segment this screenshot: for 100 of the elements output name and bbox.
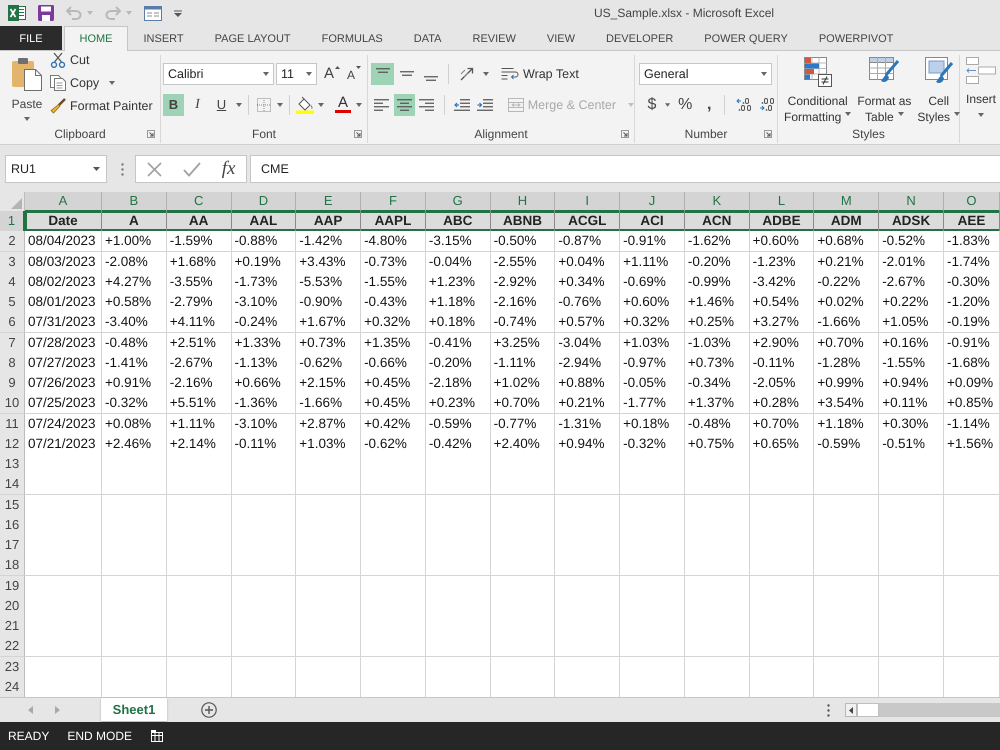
insert-button[interactable]: Insert	[964, 57, 998, 117]
column-header[interactable]: F	[361, 192, 426, 212]
shrink-font-button[interactable]: A	[345, 62, 363, 84]
app-logo-icon[interactable]	[8, 4, 26, 22]
ribbon-tab[interactable]: VIEW	[531, 26, 591, 50]
font-color-button[interactable]: A	[334, 94, 352, 116]
more-icon[interactable]	[121, 162, 124, 176]
caret-icon[interactable]	[306, 72, 312, 76]
insert-function-button[interactable]: fx	[222, 158, 236, 180]
top-align-button[interactable]	[371, 62, 394, 84]
caret-icon[interactable]	[483, 72, 489, 76]
ribbon-tab[interactable]: POWER QUERY	[688, 26, 804, 50]
bold-button[interactable]: B	[163, 94, 184, 116]
number-format-field[interactable]: General	[639, 62, 772, 84]
column-header[interactable]: M	[814, 192, 880, 212]
row-header[interactable]: 1	[0, 211, 25, 232]
grow-font-button[interactable]: A	[323, 62, 341, 84]
row-header[interactable]: 4	[0, 272, 25, 293]
ribbon-tab[interactable]: REVIEW	[457, 26, 532, 50]
row-header[interactable]: 16	[0, 514, 25, 536]
column-header[interactable]: G	[426, 192, 491, 212]
row-header[interactable]: 9	[0, 373, 25, 394]
ribbon-tab[interactable]: PAGE LAYOUT	[199, 26, 306, 50]
macro-record-icon[interactable]	[151, 730, 164, 742]
row-header[interactable]: 17	[0, 535, 25, 556]
row-header[interactable]: 24	[0, 676, 25, 698]
save-icon[interactable]	[38, 5, 54, 21]
wrap-text-button[interactable]: Wrap Text	[501, 62, 579, 84]
column-header[interactable]: J	[620, 192, 685, 212]
row-header[interactable]: 5	[0, 292, 25, 313]
check-icon[interactable]	[182, 162, 201, 176]
row-header[interactable]: 10	[0, 393, 25, 414]
row-header[interactable]: 6	[0, 312, 25, 334]
center-align-button[interactable]	[394, 94, 416, 116]
dialog-launcher-icon[interactable]	[764, 130, 772, 138]
fill-color-button[interactable]	[296, 94, 314, 116]
cell-styles-button[interactable]: Cell Styles	[915, 57, 962, 125]
row-header[interactable]: 8	[0, 352, 25, 374]
format-painter-button[interactable]: Format Painter	[50, 94, 153, 117]
dialog-launcher-icon[interactable]	[354, 130, 362, 138]
caret-icon[interactable]	[236, 102, 242, 106]
row-header[interactable]: 20	[0, 596, 25, 617]
font-size-field[interactable]: 11	[276, 62, 317, 84]
dialog-launcher-icon[interactable]	[147, 130, 155, 138]
row-header[interactable]: 21	[0, 616, 25, 637]
cut-button[interactable]: Cut	[50, 48, 153, 71]
row-header[interactable]: 12	[0, 434, 25, 455]
row-header[interactable]: 22	[0, 636, 25, 658]
caret-icon[interactable]	[263, 72, 269, 76]
column-header[interactable]: H	[490, 192, 556, 212]
caret-icon[interactable]	[318, 102, 324, 106]
dialog-launcher-icon[interactable]	[621, 130, 629, 138]
caret-icon[interactable]	[761, 72, 767, 76]
window-icon[interactable]	[144, 6, 162, 20]
name-box[interactable]: RU1	[5, 155, 107, 183]
caret-icon[interactable]	[93, 167, 100, 171]
caret-icon[interactable]	[109, 80, 116, 84]
currency-button[interactable]: $	[643, 94, 661, 116]
format-as-table-button[interactable]: Format as Table	[855, 57, 914, 125]
italic-button[interactable]: I	[187, 94, 208, 116]
sheet-tab[interactable]: Sheet1	[101, 698, 167, 721]
caret-icon[interactable]	[356, 102, 362, 106]
font-name-field[interactable]: Calibri	[163, 62, 274, 84]
scrollbar-thumb[interactable]	[857, 703, 879, 717]
ribbon-tab[interactable]: DATA	[398, 26, 457, 50]
formula-field[interactable]: CME	[250, 155, 1000, 183]
column-header[interactable]: A	[25, 192, 102, 212]
paste-button[interactable]: Paste	[8, 55, 46, 125]
conditional-formatting-button[interactable]: Conditional Formatting	[782, 57, 854, 125]
ribbon-tab[interactable]: FORMULAS	[306, 26, 398, 50]
file-tab[interactable]: FILE	[0, 26, 62, 50]
caret-icon[interactable]	[24, 117, 30, 121]
underline-button[interactable]: U	[211, 94, 232, 116]
column-header[interactable]: B	[102, 192, 167, 212]
column-header[interactable]: C	[166, 192, 232, 212]
comma-button[interactable]: ,	[700, 94, 718, 116]
cross-icon[interactable]	[146, 162, 162, 176]
left-arrow-icon[interactable]	[849, 706, 853, 714]
column-header[interactable]: D	[232, 192, 296, 212]
horizontal-scrollbar[interactable]	[845, 703, 1000, 717]
ribbon-tab[interactable]: DEVELOPER	[590, 26, 689, 50]
caret-icon[interactable]	[277, 102, 283, 106]
row-header[interactable]: 14	[0, 474, 25, 496]
column-header[interactable]: E	[296, 192, 362, 212]
ribbon-tab[interactable]: INSERT	[128, 26, 200, 50]
column-header[interactable]: N	[879, 192, 944, 212]
column-header[interactable]: I	[555, 192, 620, 212]
ribbon-tab[interactable]: HOME	[64, 26, 128, 51]
percent-button[interactable]: %	[676, 94, 694, 116]
new-sheet-icon[interactable]	[201, 702, 217, 718]
caret-icon[interactable]	[665, 102, 670, 106]
more-icon[interactable]	[827, 704, 830, 716]
column-header[interactable]: L	[750, 192, 814, 212]
column-header[interactable]: K	[684, 192, 750, 212]
column-header[interactable]: O	[944, 192, 1000, 212]
ribbon-tab[interactable]: POWERPIVOT	[803, 26, 909, 50]
copy-button[interactable]: Copy	[50, 71, 153, 94]
row-header[interactable]: 2	[0, 231, 25, 252]
dropdown-caret-icon[interactable]	[174, 10, 182, 16]
row-header[interactable]: 18	[0, 555, 25, 576]
